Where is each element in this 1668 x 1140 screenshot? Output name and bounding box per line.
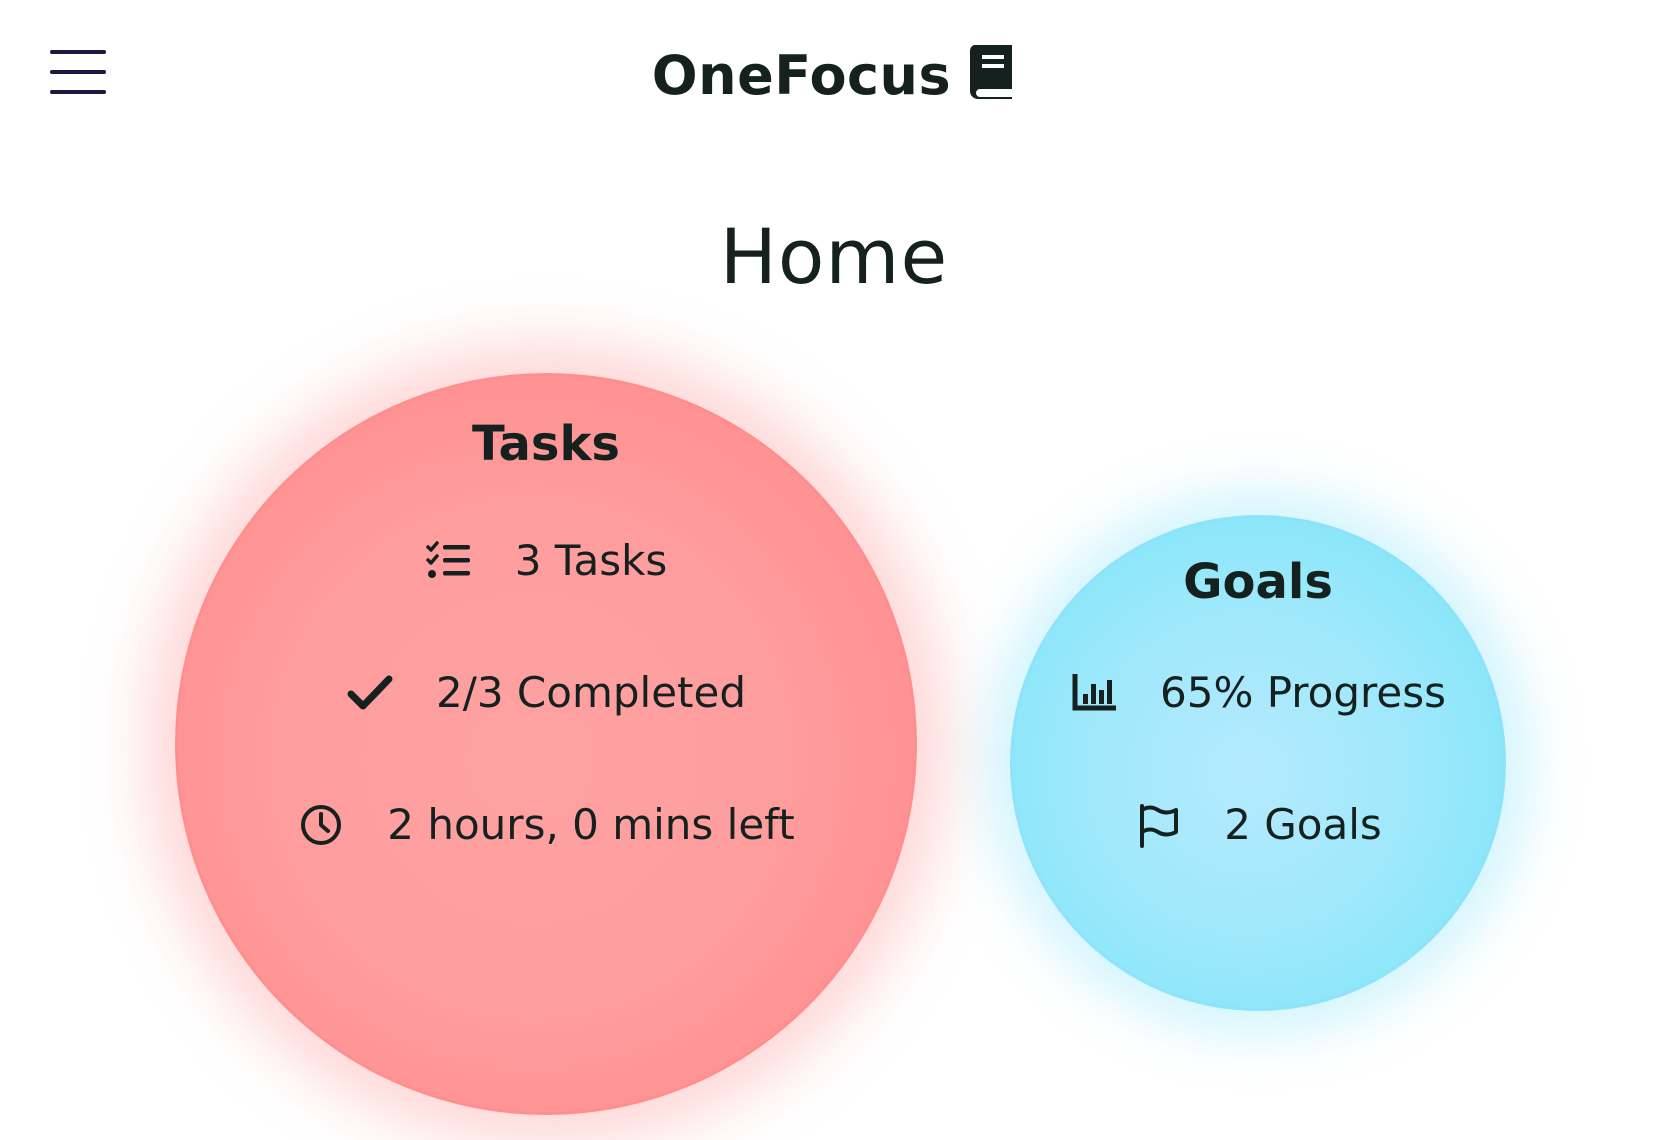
tasks-time-text: 2 hours, 0 mins left (387, 800, 795, 849)
bar-chart-icon (1070, 669, 1118, 717)
tasks-card[interactable]: Tasks 3 Tasks 2/3 Completed 2 hours, 0 m… (175, 373, 917, 1115)
goals-card-title: Goals (1183, 554, 1333, 610)
tasks-time-row: 2 hours, 0 mins left (178, 800, 914, 849)
goals-count-text: 2 Goals (1224, 800, 1382, 849)
flag-icon (1134, 801, 1182, 849)
goals-progress-row: 65% Progress (1013, 668, 1503, 717)
tasks-completed-text: 2/3 Completed (435, 668, 747, 717)
tasks-completed-row: 2/3 Completed (178, 668, 914, 717)
goals-card[interactable]: Goals 65% Progress 2 Goals (1010, 515, 1506, 1011)
goals-progress-text: 65% Progress (1160, 668, 1446, 717)
goals-count-row: 2 Goals (1013, 800, 1503, 849)
book-icon (968, 43, 1016, 103)
page-title: Home (719, 212, 949, 301)
tasks-count-text: 3 Tasks (514, 536, 668, 585)
tasks-card-title: Tasks (471, 416, 620, 472)
app-brand: OneFocus (0, 44, 1668, 107)
task-list-icon (425, 537, 473, 585)
clock-icon (297, 801, 345, 849)
brand-name: OneFocus (651, 44, 952, 107)
checkmark-icon (346, 669, 394, 717)
tasks-count-row: 3 Tasks (178, 536, 914, 585)
